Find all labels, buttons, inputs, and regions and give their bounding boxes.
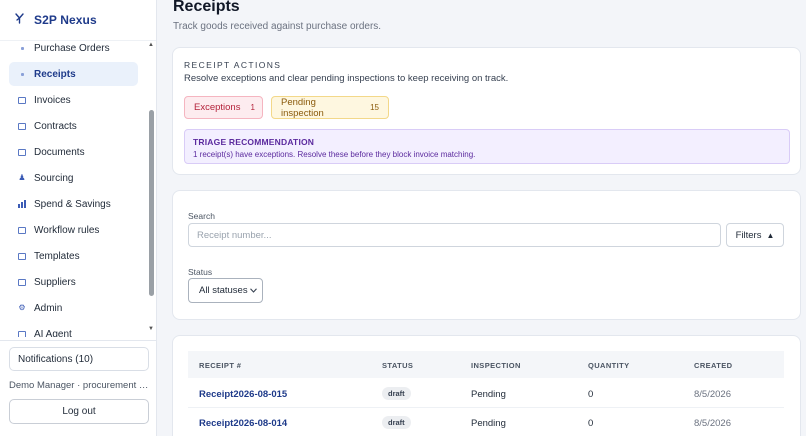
column-header: CREATED — [694, 361, 733, 370]
brand-name: S2P Nexus — [34, 13, 97, 27]
column-header: INSPECTION — [471, 361, 521, 370]
sidebar-item-label: Receipts — [34, 68, 76, 80]
people-icon: ♟ — [18, 173, 26, 182]
chip-label: Pending inspection — [281, 96, 324, 119]
sidebar-nav: Purchase Orders Receipts Invoices Contra… — [0, 41, 148, 337]
receipt-link[interactable]: Receipt2026-08-015 — [199, 389, 287, 400]
page-subtitle: Track goods received against purchase or… — [173, 21, 382, 32]
sidebar-item-label: AI Agent — [34, 328, 72, 338]
main-content: Receipts Track goods received against pu… — [157, 0, 806, 436]
sidebar-item-templates[interactable]: Templates — [9, 244, 138, 268]
sidebar-item-receipts[interactable]: Receipts — [9, 62, 138, 86]
column-header: QUANTITY — [588, 361, 630, 370]
scroll-up-arrow-icon[interactable]: ▲ — [148, 42, 154, 48]
folder-icon — [18, 96, 26, 104]
status-label: Status — [188, 267, 213, 277]
search-input[interactable] — [188, 223, 721, 247]
search-label: Search — [188, 211, 215, 221]
brand[interactable]: S2P Nexus — [14, 13, 97, 27]
sidebar-item-contracts[interactable]: Contracts — [9, 114, 138, 138]
sidebar-item-label: Templates — [34, 250, 80, 262]
triage-text: 1 receipt(s) have exceptions. Resolve th… — [193, 150, 476, 159]
building-icon — [18, 278, 26, 286]
sidebar-item-admin[interactable]: ⚙ Admin — [9, 296, 138, 320]
page-title: Receipts — [173, 0, 240, 15]
sidebar-item-sourcing[interactable]: ♟ Sourcing — [9, 166, 138, 190]
folder-icon — [18, 252, 26, 260]
quantity-cell: 0 — [588, 389, 594, 400]
chip-count: 15 — [370, 103, 379, 112]
status-badge: draft — [382, 416, 411, 429]
notifications-button[interactable]: Notifications (10) — [9, 347, 149, 371]
sidebar-item-label: Sourcing — [34, 172, 74, 184]
folder-icon — [18, 148, 26, 156]
bar-chart-icon — [18, 200, 26, 208]
receipt-actions-card: RECEIPT ACTIONS Resolve exceptions and c… — [172, 47, 801, 175]
pending-inspection-chip[interactable]: Pending inspection 15 — [271, 96, 389, 119]
robot-icon — [18, 330, 26, 337]
receipts-table-card: RECEIPT # STATUS INSPECTION QUANTITY CRE… — [172, 335, 801, 436]
exceptions-chip[interactable]: Exceptions 1 — [184, 96, 263, 119]
column-header: RECEIPT # — [199, 361, 242, 370]
user-info: Demo Manager · procurement m... — [9, 380, 151, 391]
inspection-cell: Pending — [471, 389, 506, 400]
status-select-value: All statuses — [199, 285, 248, 296]
status-select[interactable]: All statuses — [188, 278, 263, 303]
quantity-cell: 0 — [588, 418, 594, 429]
table-row[interactable]: Receipt2026-08-015 draft Pending 0 8/5/2… — [188, 379, 784, 408]
sidebar-item-purchase-orders[interactable]: Purchase Orders — [9, 41, 138, 60]
status-badge: draft — [382, 387, 411, 400]
sidebar-item-spend-savings[interactable]: Spend & Savings — [9, 192, 138, 216]
flow-icon — [18, 226, 26, 234]
chip-label: Exceptions — [194, 102, 241, 113]
sidebar-item-label: Admin — [34, 302, 63, 314]
inspection-cell: Pending — [471, 418, 506, 429]
divider — [0, 340, 156, 341]
chevron-down-icon — [250, 286, 257, 295]
sidebar-item-workflow-rules[interactable]: Workflow rules — [9, 218, 138, 242]
sidebar-item-suppliers[interactable]: Suppliers — [9, 270, 138, 294]
sidebar-item-label: Contracts — [34, 120, 77, 132]
chip-count: 1 — [250, 103, 255, 112]
branch-icon — [14, 13, 25, 27]
caret-up-icon: ▲ — [766, 230, 775, 240]
sidebar-item-documents[interactable]: Documents — [9, 140, 138, 164]
logout-button[interactable]: Log out — [9, 399, 149, 424]
filters-button[interactable]: Filters ▲ — [726, 223, 784, 247]
created-cell: 8/5/2026 — [694, 418, 731, 429]
sidebar-item-label: Spend & Savings — [34, 198, 111, 210]
scrollbar-thumb[interactable] — [149, 110, 154, 296]
receipt-link[interactable]: Receipt2026-08-014 — [199, 418, 287, 429]
table-row[interactable]: Receipt2026-08-014 draft Pending 0 8/5/2… — [188, 408, 784, 436]
sidebar-item-label: Suppliers — [34, 276, 76, 288]
scroll-down-arrow-icon[interactable]: ▼ — [148, 326, 154, 332]
table-header: RECEIPT # STATUS INSPECTION QUANTITY CRE… — [188, 351, 784, 378]
dot-icon — [20, 72, 24, 76]
filters-card: Search Filters ▲ Status All statuses — [172, 190, 801, 320]
sidebar-item-label: Workflow rules — [34, 224, 100, 236]
dot-icon — [20, 46, 24, 50]
created-cell: 8/5/2026 — [694, 389, 731, 400]
column-header: STATUS — [382, 361, 414, 370]
sidebar: S2P Nexus Purchase Orders Receipts Invoi… — [0, 0, 157, 436]
section-kicker: RECEIPT ACTIONS — [184, 60, 282, 70]
section-description: Resolve exceptions and clear pending ins… — [184, 73, 509, 84]
triage-title: TRIAGE RECOMMENDATION — [193, 137, 315, 147]
sidebar-item-label: Purchase Orders — [34, 42, 110, 54]
edit-icon — [18, 122, 26, 130]
sidebar-item-label: Documents — [34, 146, 85, 158]
triage-recommendation: TRIAGE RECOMMENDATION 1 receipt(s) have … — [184, 129, 790, 164]
sidebar-item-ai-agent[interactable]: AI Agent — [9, 322, 138, 337]
sidebar-item-invoices[interactable]: Invoices — [9, 88, 138, 112]
sidebar-item-label: Invoices — [34, 94, 71, 106]
filters-button-label: Filters — [735, 229, 762, 241]
gear-icon: ⚙ — [18, 303, 26, 312]
